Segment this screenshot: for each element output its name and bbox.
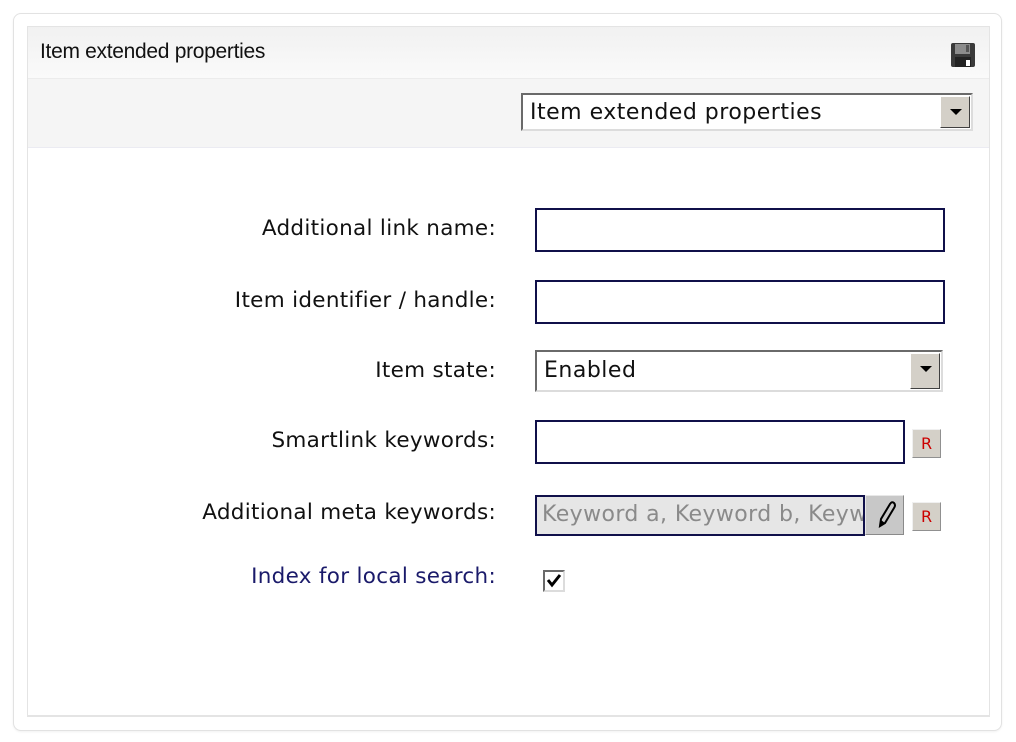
chevron-down-icon[interactable] (940, 96, 970, 128)
meta-keywords-value: Keyword a, Keyword b, Keyword c (542, 502, 863, 527)
panel-toolbar: Item extended properties (28, 79, 989, 148)
properties-panel: Item extended properties Item extended p… (27, 26, 990, 717)
floppy-disk-icon[interactable] (950, 42, 976, 68)
edit-keywords-button[interactable] (865, 495, 904, 535)
item-state-value: Enabled (544, 358, 637, 383)
view-select[interactable]: Item extended properties (521, 93, 973, 131)
meta-keywords-reset-button[interactable]: R (912, 502, 941, 531)
index-local-search-label: Index for local search: (251, 564, 496, 589)
panel-title: Item extended properties (40, 40, 266, 63)
additional-link-name-input[interactable] (535, 208, 945, 252)
chevron-down-icon[interactable] (910, 353, 940, 389)
smartlink-keywords-input[interactable] (535, 420, 905, 464)
smartlink-keywords-label: Smartlink keywords: (271, 428, 496, 453)
view-select-value: Item extended properties (530, 100, 823, 125)
item-identifier-input[interactable] (535, 280, 945, 324)
outer-frame: Item extended properties Item extended p… (13, 13, 1002, 731)
item-state-select[interactable]: Enabled (535, 350, 943, 392)
index-local-search-checkbox[interactable] (543, 570, 565, 592)
additional-meta-keywords-label: Additional meta keywords: (202, 500, 496, 525)
item-identifier-label: Item identifier / handle: (234, 288, 496, 313)
panel-header: Item extended properties (28, 27, 989, 79)
meta-keywords-input[interactable]: Keyword a, Keyword b, Keyword c (535, 495, 865, 536)
smartlink-reset-button[interactable]: R (912, 429, 941, 458)
additional-link-name-label: Additional link name: (261, 216, 496, 241)
item-state-label: Item state: (375, 358, 496, 383)
checkmark-icon (546, 574, 562, 588)
pencil-icon (878, 501, 896, 528)
